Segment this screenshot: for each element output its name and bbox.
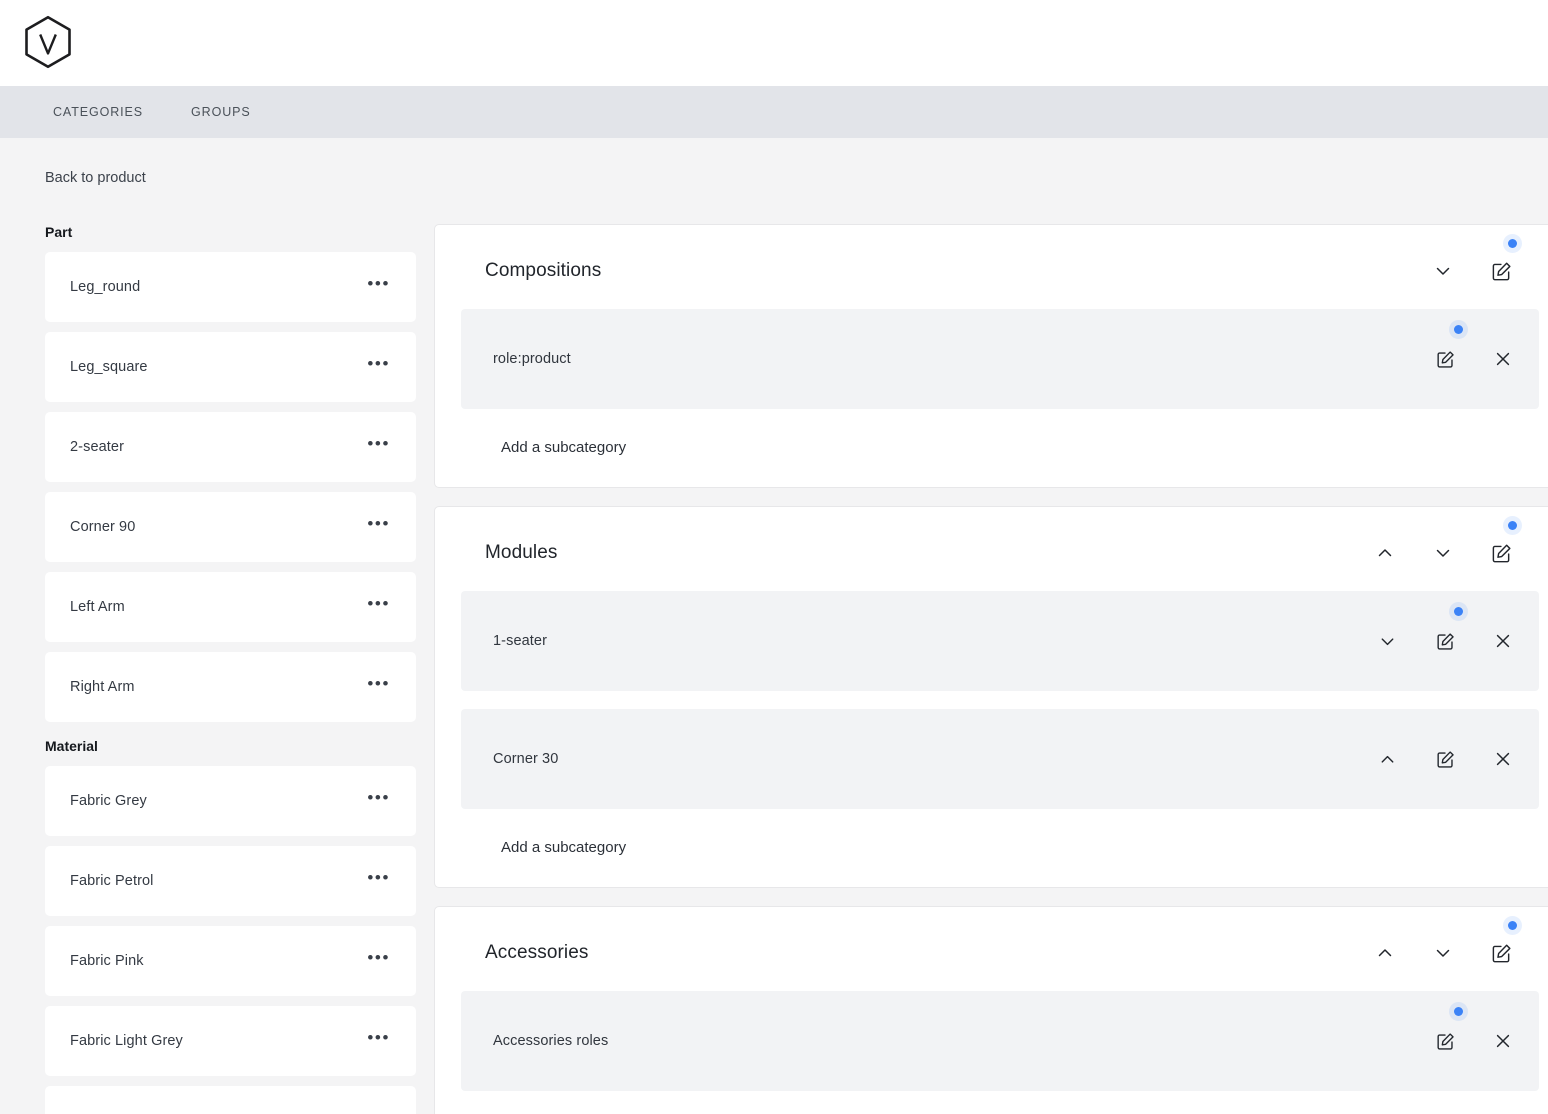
notification-dot	[1508, 921, 1517, 930]
sidebar-item-partial[interactable]	[45, 1086, 416, 1114]
panel-header: Compositions	[461, 239, 1539, 291]
chevron-down-icon[interactable]	[1375, 629, 1399, 653]
tab-categories[interactable]: CATEGORIES	[45, 99, 151, 125]
panels-column: Compositions role:product Add a subcateg…	[434, 224, 1548, 1114]
sidebar-item-label: Corner 90	[70, 519, 136, 535]
hexagon-v-logo[interactable]	[22, 15, 74, 71]
more-options-icon[interactable]: •••	[365, 868, 392, 894]
sidebar-item-leg-square[interactable]: Leg_square •••	[45, 332, 416, 402]
subcategory-actions	[1375, 747, 1515, 771]
edit-icon[interactable]	[1433, 1029, 1457, 1053]
sidebar-item-label: Right Arm	[70, 679, 135, 695]
subcategory-label: Accessories roles	[493, 1033, 609, 1049]
notification-dot	[1454, 1007, 1463, 1016]
chevron-down-icon[interactable]	[1431, 541, 1455, 565]
sidebar-group-title: Material	[45, 738, 98, 754]
panel-actions	[1431, 239, 1539, 283]
sidebar-group-material: Material Fabric Grey ••• Fabric Petrol •…	[45, 738, 416, 1114]
subcategory-row[interactable]: Accessories roles	[461, 991, 1539, 1091]
panel-actions	[1373, 521, 1539, 565]
tab-groups[interactable]: GROUPS	[183, 99, 259, 125]
sidebar-item-2-seater[interactable]: 2-seater •••	[45, 412, 416, 482]
sidebar-item-label: Leg_square	[70, 359, 148, 375]
more-options-icon[interactable]: •••	[365, 674, 392, 700]
page-body: Back to product Part Leg_round ••• Leg_s…	[0, 138, 1548, 1114]
edit-icon[interactable]	[1433, 747, 1457, 771]
sidebar-item-label: 2-seater	[70, 439, 124, 455]
subcategory-actions	[1433, 325, 1515, 371]
sidebar-group-part: Part Leg_round ••• Leg_square ••• 2-seat…	[45, 224, 416, 722]
panel-compositions: Compositions role:product Add a subcateg…	[434, 224, 1548, 488]
close-icon[interactable]	[1491, 747, 1515, 771]
main-navbar: CATEGORIES GROUPS	[0, 86, 1548, 138]
notification-dot	[1508, 239, 1517, 248]
subcategory-actions	[1433, 1007, 1515, 1053]
sidebar-item-fabric-pink[interactable]: Fabric Pink •••	[45, 926, 416, 996]
panel-header: Modules	[461, 521, 1539, 573]
subcategory-row[interactable]: 1-seater	[461, 591, 1539, 691]
more-options-icon[interactable]: •••	[365, 1028, 392, 1054]
add-subcategory-link[interactable]: Add a subcategory	[501, 439, 626, 456]
subcategory-row[interactable]: Corner 30	[461, 709, 1539, 809]
close-icon[interactable]	[1491, 629, 1515, 653]
chevron-up-icon[interactable]	[1375, 747, 1399, 771]
subcategory-label: role:product	[493, 351, 571, 367]
edit-icon[interactable]	[1489, 941, 1513, 965]
sidebar-item-leg-round[interactable]: Leg_round •••	[45, 252, 416, 322]
more-options-icon[interactable]: •••	[365, 354, 392, 380]
content-area: Part Leg_round ••• Leg_square ••• 2-seat…	[0, 224, 1548, 1114]
sidebar-item-label: Fabric Petrol	[70, 873, 154, 889]
sidebar-item-label: Fabric Grey	[70, 793, 147, 809]
sidebar-item-label: Leg_round	[70, 279, 141, 295]
sidebar-group-title: Part	[45, 224, 73, 240]
notification-dot	[1454, 607, 1463, 616]
more-options-icon[interactable]: •••	[365, 948, 392, 974]
subcategory-row[interactable]: role:product	[461, 309, 1539, 409]
subcategory-label: Corner 30	[493, 751, 559, 767]
close-icon[interactable]	[1491, 347, 1515, 371]
panel-modules: Modules 1-seater Corner 30 Add a subcate…	[434, 506, 1548, 888]
chevron-up-icon[interactable]	[1373, 541, 1397, 565]
more-options-icon[interactable]: •••	[365, 434, 392, 460]
sidebar-item-corner-90[interactable]: Corner 90 •••	[45, 492, 416, 562]
sidebar-item-right-arm[interactable]: Right Arm •••	[45, 652, 416, 722]
add-subcategory-link[interactable]: Add a subcategory	[501, 839, 626, 856]
chevron-up-icon[interactable]	[1373, 941, 1397, 965]
edit-icon[interactable]	[1489, 259, 1513, 283]
chevron-down-icon[interactable]	[1431, 259, 1455, 283]
sidebar-item-fabric-petrol[interactable]: Fabric Petrol •••	[45, 846, 416, 916]
panel-title: Modules	[485, 542, 558, 563]
sidebar-item-label: Fabric Pink	[70, 953, 144, 969]
more-options-icon[interactable]: •••	[365, 788, 392, 814]
chevron-down-icon[interactable]	[1431, 941, 1455, 965]
edit-icon[interactable]	[1489, 541, 1513, 565]
edit-icon[interactable]	[1433, 629, 1457, 653]
sidebar-item-fabric-grey[interactable]: Fabric Grey •••	[45, 766, 416, 836]
sidebar-item-label: Fabric Light Grey	[70, 1033, 183, 1049]
panel-header: Accessories	[461, 921, 1539, 973]
subcategory-label: 1-seater	[493, 633, 547, 649]
more-options-icon[interactable]: •••	[365, 594, 392, 620]
more-options-icon[interactable]: •••	[365, 514, 392, 540]
notification-dot	[1508, 521, 1517, 530]
panel-actions	[1373, 921, 1539, 965]
subcategory-actions	[1375, 607, 1515, 653]
category-sidebar: Part Leg_round ••• Leg_square ••• 2-seat…	[0, 224, 434, 1114]
edit-icon[interactable]	[1433, 347, 1457, 371]
sidebar-item-fabric-light-grey[interactable]: Fabric Light Grey •••	[45, 1006, 416, 1076]
sidebar-item-label: Left Arm	[70, 599, 125, 615]
close-icon[interactable]	[1491, 1029, 1515, 1053]
panel-title: Compositions	[485, 260, 602, 281]
panel-accessories: Accessories Accessories roles	[434, 906, 1548, 1114]
brand-bar	[0, 0, 1548, 86]
sidebar-item-left-arm[interactable]: Left Arm •••	[45, 572, 416, 642]
panel-title: Accessories	[485, 942, 589, 963]
notification-dot	[1454, 325, 1463, 334]
back-to-product-link[interactable]: Back to product	[45, 170, 146, 186]
more-options-icon[interactable]: •••	[365, 274, 392, 300]
